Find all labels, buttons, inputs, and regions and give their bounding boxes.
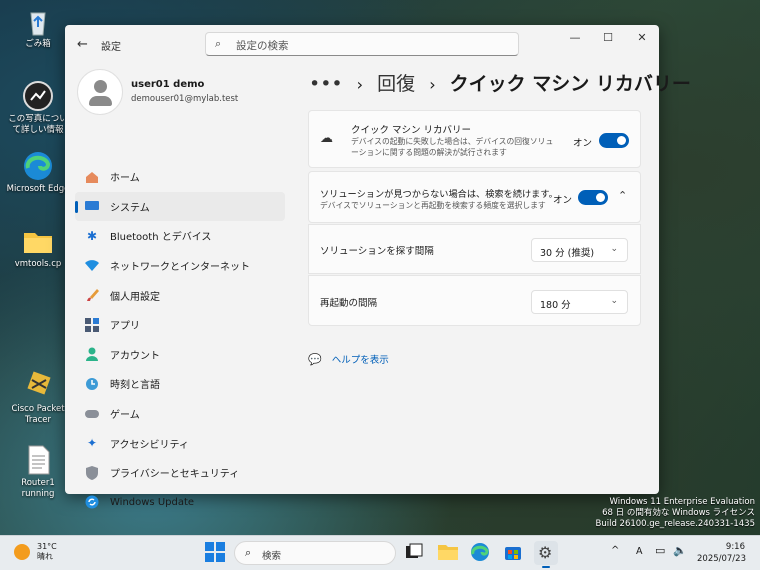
close-button[interactable]: ✕ [632, 31, 652, 44]
qmr-state: オン [573, 138, 593, 149]
desktop-icon-packet-tracer[interactable]: Cisco Packet Tracer [6, 370, 70, 426]
chevron-up-icon[interactable]: ⌃ [618, 189, 627, 202]
edge-icon [22, 150, 54, 182]
recycle-bin-icon [22, 5, 54, 37]
tray-overflow-icon[interactable]: ^ [611, 545, 619, 556]
breadcrumb-more[interactable]: ••• [309, 73, 343, 95]
gamepad-icon [84, 406, 100, 422]
continue-search-card: ソリューションが見つからない場合は、検索を続けます。 デバイスでソリューションと… [308, 171, 641, 223]
sidebar-item-privacy[interactable]: プライバシーとセキュリティ [75, 458, 285, 488]
text-file-icon [22, 444, 54, 476]
help-link[interactable]: 💬 ヘルプを表示 [308, 352, 389, 367]
weather-sun-icon[interactable] [14, 544, 30, 560]
account-icon [84, 346, 100, 362]
chevron-down-icon: ⌄ [610, 296, 618, 306]
sidebar-item-time-language[interactable]: 時刻と言語 [75, 369, 285, 399]
sidebar-item-system[interactable]: システム [75, 191, 285, 222]
help-icon: 💬 [308, 352, 322, 366]
network-icon [84, 258, 100, 274]
packet-tracer-icon [22, 370, 54, 402]
info-icon [22, 80, 54, 112]
sidebar-item-accounts[interactable]: アカウント [75, 340, 285, 370]
search-interval-label: ソリューションを探す間隔 [320, 246, 434, 257]
breadcrumb: ••• › 回復 › クイック マシン リカバリー [309, 69, 691, 96]
sidebar-item-personalization[interactable]: 個人用設定 [75, 280, 285, 310]
brush-icon [84, 287, 100, 303]
help-label: ヘルプを表示 [331, 355, 389, 366]
clock[interactable]: 9:16 2025/07/23 [697, 541, 746, 565]
breadcrumb-separator: › [429, 75, 436, 94]
continue-search-description: デバイスでソリューションと再起動を検索する頻度を選択します [320, 201, 546, 210]
update-icon [84, 494, 100, 510]
search-icon: ⌕ [245, 546, 252, 559]
sidebar-item-apps[interactable]: アプリ [75, 310, 285, 340]
cloud-icon: ☁ [320, 131, 333, 146]
desktop-icon-recycle-bin[interactable]: ごみ箱 [6, 5, 70, 50]
avatar [77, 69, 123, 115]
sidebar-item-gaming[interactable]: ゲーム [75, 399, 285, 429]
qmr-card: ☁ クイック マシン リカバリー デバイスの起動に失敗した場合は、デバイスの回復… [308, 110, 641, 168]
search-interval-card: ソリューションを探す間隔 30 分 (推奨) ⌄ [308, 224, 641, 274]
accessibility-icon: ✦ [86, 436, 98, 451]
desktop-icon-vmtools[interactable]: vmtools.cp [6, 225, 70, 270]
store-icon[interactable] [503, 542, 525, 564]
search-interval-dropdown[interactable]: 30 分 (推奨) ⌄ [531, 238, 628, 262]
user-name: user01 demo [131, 79, 205, 90]
breadcrumb-parent[interactable]: 回復 [377, 73, 415, 95]
minimize-button[interactable]: — [565, 31, 585, 44]
sidebar-nav: ホーム システム ✱ Bluetooth とデバイス ネットワークとインターネット… [75, 162, 285, 517]
continue-search-state: オン [553, 195, 573, 206]
weather-widget[interactable]: 31°C 晴れ [37, 542, 57, 562]
start-windows-icon[interactable] [205, 542, 227, 564]
sidebar-item-windows-update[interactable]: Windows Update [75, 488, 285, 518]
desktop-icon-photo-info[interactable]: この写真について詳しい情報 [6, 80, 70, 136]
page-title: クイック マシン リカバリー [449, 73, 691, 95]
qmr-title: クイック マシン リカバリー [351, 125, 472, 136]
continue-search-title: ソリューションが見つからない場合は、検索を続けます。 [320, 189, 558, 200]
taskbar: 31°C 晴れ ⌕ 検索 ⚙ ^ A ▭ 🔈 9:16 2025/07/23 [0, 535, 760, 570]
restart-interval-value: 180 分 [540, 300, 571, 311]
ime-indicator[interactable]: A [636, 546, 643, 557]
system-icon [84, 198, 100, 214]
restart-interval-card: 再起動の間隔 180 分 ⌄ [308, 275, 641, 326]
qmr-toggle[interactable] [599, 133, 629, 148]
folder-icon [22, 225, 54, 257]
continue-search-toggle[interactable] [578, 190, 608, 205]
edge-icon[interactable] [470, 542, 492, 564]
user-email: demouser01@mylab.test [131, 94, 239, 104]
sidebar-item-accessibility[interactable]: ✦ アクセシビリティ [75, 428, 285, 458]
settings-gear-icon[interactable]: ⚙ [534, 541, 558, 568]
qmr-description: デバイスの起動に失敗した場合は、デバイスの回復ソリューションに関する問題の解決が… [351, 137, 554, 157]
user-profile[interactable]: user01 demo demouser01@mylab.test [77, 69, 238, 115]
app-title: 設定 [101, 42, 121, 53]
sidebar-item-network[interactable]: ネットワークとインターネット [75, 251, 285, 281]
desktop-icon-edge[interactable]: Microsoft Edge [6, 150, 70, 195]
apps-icon [84, 317, 100, 333]
shield-icon [84, 465, 100, 481]
desktop-icon-router-file[interactable]: Router1 running [6, 444, 70, 500]
breadcrumb-separator: › [356, 75, 364, 94]
task-view-icon[interactable] [404, 542, 426, 564]
restart-interval-dropdown[interactable]: 180 分 ⌄ [531, 290, 628, 314]
settings-window: ← 設定 ⌕ 設定の検索 — ☐ ✕ user01 demo demouser0… [65, 25, 691, 509]
file-explorer-icon[interactable] [437, 542, 459, 564]
sidebar-item-bluetooth[interactable]: ✱ Bluetooth とデバイス [75, 221, 285, 251]
taskbar-search-input[interactable]: ⌕ 検索 [234, 541, 396, 565]
bluetooth-icon: ✱ [86, 228, 98, 243]
clock-icon [84, 376, 100, 392]
maximize-button[interactable]: ☐ [598, 31, 618, 44]
settings-search-input[interactable]: ⌕ 設定の検索 [205, 32, 519, 56]
search-placeholder: 設定の検索 [236, 40, 289, 52]
search-interval-value: 30 分 (推奨) [540, 248, 595, 259]
sidebar-item-home[interactable]: ホーム [75, 162, 285, 192]
search-icon: ⌕ [215, 37, 222, 50]
activation-watermark: Windows 11 Enterprise Evaluation 68 日 の間… [595, 497, 756, 529]
network-icon[interactable]: ▭ [655, 544, 665, 557]
home-icon [84, 169, 100, 185]
chevron-down-icon: ⌄ [610, 244, 618, 254]
title-bar: ← 設定 ⌕ 設定の検索 — ☐ ✕ [65, 25, 659, 65]
restart-interval-label: 再起動の間隔 [320, 298, 378, 309]
volume-icon[interactable]: 🔈 [673, 544, 687, 557]
back-arrow-icon[interactable]: ← [77, 37, 88, 52]
